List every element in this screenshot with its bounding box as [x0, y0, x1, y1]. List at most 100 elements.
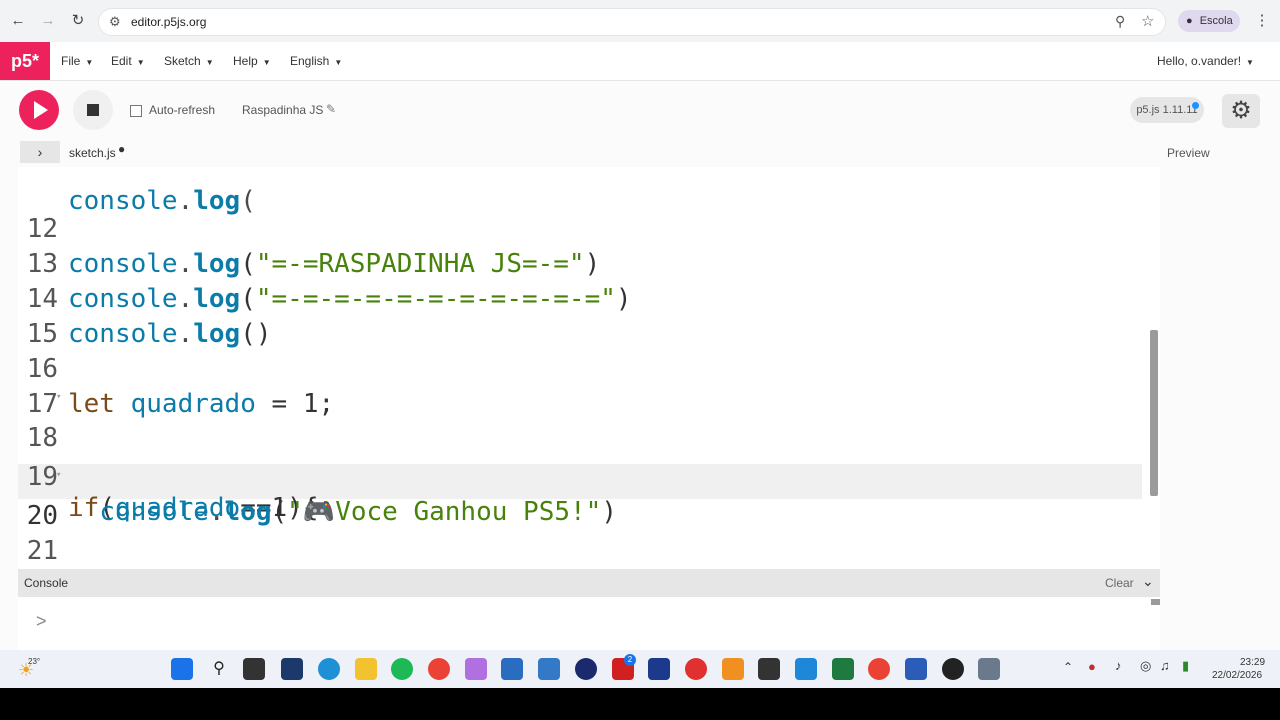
reload-icon[interactable]: ↻	[68, 11, 88, 31]
console-label: Console	[24, 576, 69, 590]
code-editor[interactable]: console.log( 12 console.log("=-=RASPADIN…	[18, 167, 1160, 569]
forward-icon[interactable]: →	[38, 11, 58, 31]
code-line: 17	[18, 352, 1160, 419]
letterbox-bar	[0, 688, 1280, 720]
vscode-icon[interactable]	[795, 658, 817, 680]
fold-arrow-icon[interactable]: ▾	[56, 458, 61, 493]
menu-language[interactable]: English ▼	[290, 54, 342, 68]
editor-toolbar: Auto-refresh Raspadinha JS ✎ p5.js 1.11.…	[0, 81, 1280, 141]
code-line: 20 ▾ }else if(quadrado==2){	[18, 464, 1160, 531]
console-header: Console Clear ⌄	[18, 569, 1160, 597]
menu-edit-label: Edit	[111, 54, 132, 68]
zoom-icon[interactable]: ⚲	[1115, 13, 1125, 30]
update-dot-icon	[1192, 102, 1199, 109]
tab-sketch-js[interactable]: sketch.js	[69, 146, 116, 160]
gear-icon[interactable]: ⚙	[1222, 94, 1260, 128]
microphone-icon[interactable]: ♪	[1115, 658, 1122, 673]
address-bar[interactable]: ⚙ editor.p5js.org ⚲ ☆	[98, 8, 1166, 36]
clock-time[interactable]: 23:29	[1240, 657, 1265, 668]
app-icon[interactable]	[722, 658, 744, 680]
code-line: 18 ▾ if(quadrado==1){	[18, 386, 1160, 523]
menu-help[interactable]: Help ▼	[233, 54, 271, 68]
taskbar: ☀ 23° ⚲ 2 ⌃ ● ♪ ◎ ♫ ▮ 23:29 22/02/2026	[0, 650, 1280, 688]
bookmark-star-icon[interactable]: ☆	[1141, 12, 1154, 30]
code-line: 16 let quadrado = 1;	[18, 317, 1160, 419]
autorefresh-label: Auto-refresh	[149, 103, 216, 117]
app-icon[interactable]	[648, 658, 670, 680]
console-clear-button[interactable]: Clear	[1105, 576, 1134, 590]
chevron-down-icon: ▼	[1246, 58, 1254, 67]
chrome-icon[interactable]	[428, 658, 450, 680]
stop-button[interactable]	[73, 90, 113, 130]
obs-icon[interactable]	[942, 658, 964, 680]
opera-icon[interactable]	[685, 658, 707, 680]
eclipse-icon[interactable]	[575, 658, 597, 680]
chevron-right-icon[interactable]: ›	[20, 141, 60, 163]
sketch-name[interactable]: Raspadinha JS	[242, 103, 323, 117]
code-line: 22 }	[18, 534, 1160, 569]
code-line: 15	[18, 282, 1160, 349]
console-output[interactable]: >	[18, 597, 1160, 650]
profile-label: Escola	[1199, 15, 1233, 27]
task-view-icon[interactable]	[243, 658, 265, 680]
code-line: 14 console.log()	[18, 247, 1160, 349]
back-icon[interactable]: ←	[8, 11, 28, 31]
menu-sketch[interactable]: Sketch ▼	[164, 54, 214, 68]
spotify-icon[interactable]	[391, 658, 413, 680]
p5-logo[interactable]: p5*	[0, 42, 50, 80]
file-explorer-icon[interactable]	[355, 658, 377, 680]
network-icon[interactable]: ◎	[1140, 658, 1151, 674]
menu-language-label: English	[290, 54, 330, 68]
menu-edit[interactable]: Edit ▼	[111, 54, 145, 68]
profile-icon: ●	[1186, 15, 1193, 27]
editor-scrollbar[interactable]	[1150, 330, 1158, 496]
chevron-down-icon: ▼	[262, 58, 271, 67]
tray-app-icon[interactable]: ●	[1088, 659, 1096, 674]
unsaved-dot-icon: ●	[118, 142, 126, 156]
chevron-down-icon: ▼	[334, 58, 343, 67]
fold-arrow-icon[interactable]: ▾	[56, 380, 61, 415]
search-icon[interactable]: ⚲	[207, 657, 231, 681]
chevron-down-icon: ▼	[85, 58, 94, 67]
weather-temp: 23°	[28, 657, 41, 666]
site-info-icon[interactable]: ⚙	[109, 14, 121, 30]
windows-start-icon[interactable]	[171, 658, 193, 680]
menu-bar: p5* File ▼ Edit ▼ Sketch ▼ Help ▼ English ▼ H…	[0, 42, 1280, 81]
settings-app-icon[interactable]	[978, 658, 1000, 680]
version-badge[interactable]: p5.js 1.11.11	[1130, 97, 1204, 123]
chrome-menu-icon[interactable]: ⋮	[1252, 11, 1272, 31]
excel-icon[interactable]	[832, 658, 854, 680]
word-icon[interactable]	[905, 658, 927, 680]
preview-label: Preview	[1167, 146, 1210, 160]
autorefresh-checkbox[interactable]	[130, 105, 142, 117]
chrome-icon[interactable]	[868, 658, 890, 680]
profile-button[interactable]: ● Escola	[1178, 10, 1240, 32]
app-icon[interactable]	[538, 658, 560, 680]
menu-help-label: Help	[233, 54, 258, 68]
app-icon[interactable]	[281, 658, 303, 680]
console-prompt-icon[interactable]: >	[36, 611, 47, 632]
notification-badge: 2	[624, 654, 636, 666]
pencil-icon[interactable]: ✎	[326, 102, 336, 116]
user-greeting: Hello, o.vander!	[1157, 54, 1242, 68]
code-line: 19 console.log("🎮Voce Ganhou PS5!")	[18, 425, 1160, 527]
play-button[interactable]	[19, 90, 59, 130]
file-tabs: › sketch.js ● Preview	[0, 141, 1280, 167]
clock-date[interactable]: 22/02/2026	[1212, 670, 1262, 681]
menu-file[interactable]: File ▼	[61, 54, 93, 68]
battery-icon[interactable]: ▮	[1182, 658, 1189, 674]
edge-icon[interactable]	[318, 658, 340, 680]
terminal-icon[interactable]	[758, 658, 780, 680]
chevron-up-icon[interactable]: ⌃	[1063, 660, 1073, 674]
volume-icon[interactable]: ♫	[1160, 658, 1170, 673]
code-line: 21	[18, 499, 1160, 566]
console-scrollbar[interactable]	[1151, 599, 1160, 605]
code-line: 12 console.log("=-=RASPADINHA JS=-=")	[18, 177, 1160, 279]
chevron-down-icon[interactable]: ⌄	[1142, 573, 1154, 590]
chevron-down-icon: ▼	[136, 58, 145, 67]
pen-app-icon[interactable]	[465, 658, 487, 680]
store-icon[interactable]	[501, 658, 523, 680]
p5-editor: p5* File ▼ Edit ▼ Sketch ▼ Help ▼ English ▼ H…	[0, 42, 1280, 650]
user-menu[interactable]: Hello, o.vander! ▼	[1157, 54, 1254, 68]
chevron-down-icon: ▼	[205, 58, 214, 67]
